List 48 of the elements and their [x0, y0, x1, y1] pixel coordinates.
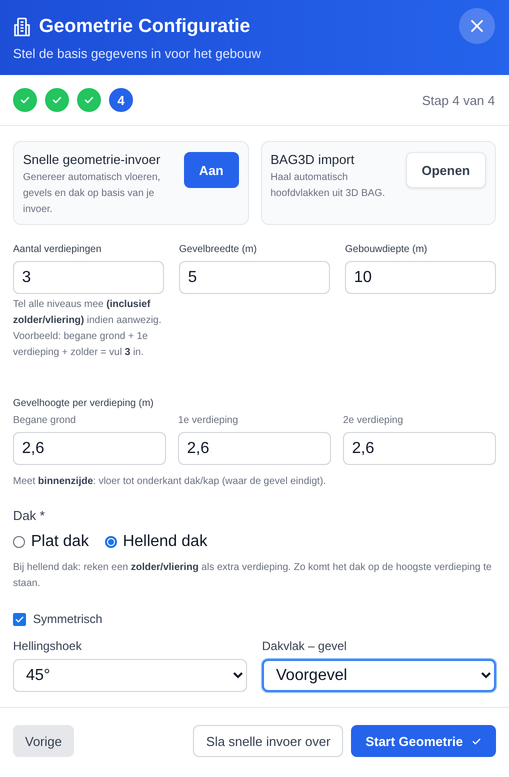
back-button[interactable]: Vorige — [13, 725, 74, 757]
field-label: Dakvlak – gevel — [262, 639, 348, 653]
field-label: Aantal verdiepingen — [13, 244, 102, 255]
roof-label: Dak * — [13, 508, 46, 523]
checkbox[interactable] — [13, 612, 26, 626]
close-icon — [470, 19, 484, 33]
start-button[interactable]: Start Geometrie — [351, 725, 496, 757]
dropdown[interactable]: 45° — [13, 659, 247, 692]
height-field[interactable]: 2,6 — [13, 432, 166, 465]
height-field[interactable]: 2,6 — [343, 432, 496, 465]
dropdown[interactable]: Voorgevel — [262, 659, 496, 692]
field-label: Gevelbreedte (m) — [179, 244, 258, 255]
step-counter: Stap 4 van 4 — [422, 92, 495, 108]
open-button[interactable]: Openen — [406, 152, 486, 188]
check-icon — [83, 94, 95, 106]
number-field[interactable]: 5 — [179, 261, 330, 294]
radio-label: Plat dak — [31, 533, 89, 551]
field-label: 2e verdieping — [343, 415, 404, 426]
check-icon — [19, 94, 31, 106]
field-label: Begane grond — [13, 415, 77, 426]
card-title: Snelle geometrie-invoer — [23, 152, 162, 167]
current-step: 4 — [109, 88, 133, 112]
close-button[interactable] — [459, 8, 495, 44]
toggle-button[interactable]: Aan — [184, 152, 238, 188]
card-title: BAG3D import — [270, 152, 356, 167]
checkmark-icon — [14, 614, 25, 624]
card-description: Haal automatisch hoofdvlakken uit 3D BAG. — [270, 171, 386, 201]
dialog-subtitle: Stel de basis gegevens in voor het gebouw — [13, 46, 261, 61]
help-text: Tel alle niveaus mee (inclusief zolder/vliering) indien aanwezig. Voorbeeld: begane grond + 1e verdieping + zolder = vul 3 in. — [13, 298, 162, 360]
checkbox-label: Symmetrisch — [33, 612, 102, 626]
check-icon — [51, 94, 63, 106]
number-field[interactable]: 10 — [345, 261, 496, 294]
card-description: Genereer automatisch vloeren, gevels en dak op basis van je invoer. — [23, 171, 162, 217]
height-field[interactable]: 2,6 — [178, 432, 331, 465]
check-icon — [471, 736, 482, 746]
radio-button[interactable] — [13, 536, 25, 548]
number-field[interactable]: 3 — [13, 261, 164, 294]
field-label: 1e verdieping — [178, 415, 240, 426]
skip-button[interactable]: Sla snelle invoer over — [193, 725, 344, 757]
help-text: Bij hellend dak: reken een zolder/vliering als extra verdieping. Zo komt het dak op de hoogste verdieping te staan. — [13, 561, 493, 591]
field-label: Hellingshoek — [13, 639, 83, 653]
help-text: Meet binnenzijde: vloer tot onderkant dak/kap (waar de gevel eindigt). — [13, 475, 327, 489]
section-label: Gevelhoogte per verdieping (m) — [13, 398, 155, 409]
building-icon — [13, 17, 31, 37]
dialog-title: Geometrie Configuratie — [39, 16, 250, 38]
radio-label: Hellend dak — [122, 533, 208, 551]
field-label: Gebouwdiepte (m) — [345, 244, 428, 255]
radio-button[interactable] — [104, 536, 117, 548]
